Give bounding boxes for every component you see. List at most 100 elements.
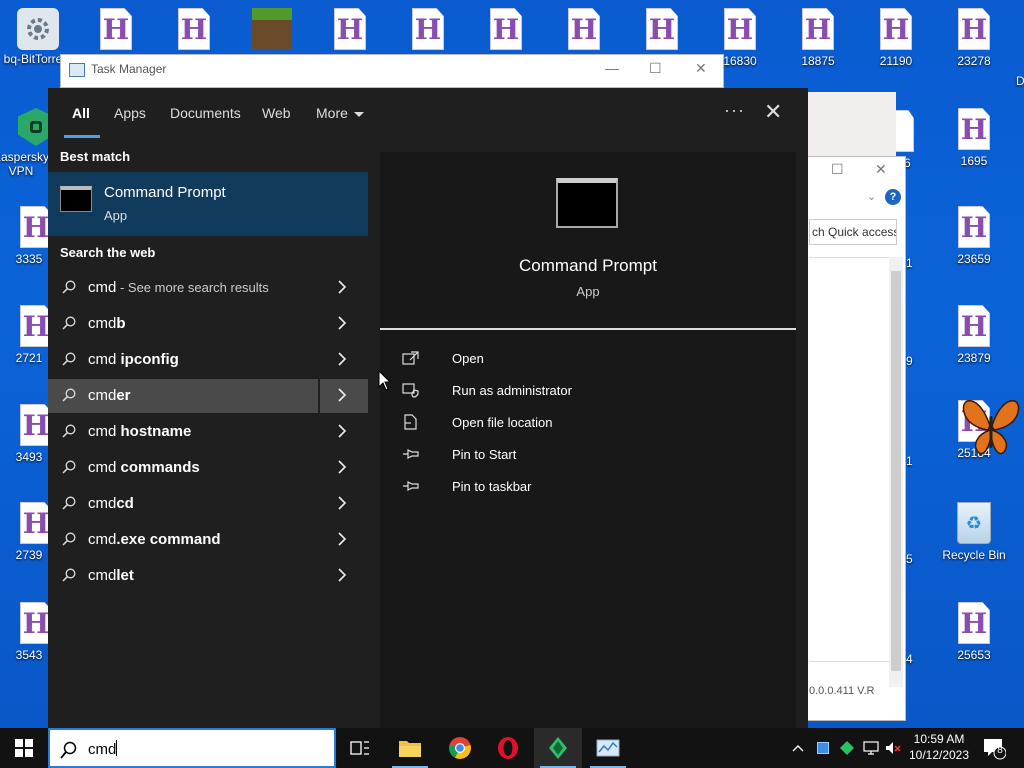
web-result-bold: let [116,567,134,584]
start-button[interactable] [0,728,48,768]
desktop-icon-21190[interactable]: H 21190 [860,8,932,78]
web-result-label: cmdlet [88,567,134,584]
document-icon: H [958,305,990,347]
partial-label: 5 [906,552,913,566]
chevron-right-icon[interactable] [336,279,348,295]
chevron-right-icon[interactable] [336,351,348,367]
web-result-suffix: - See more search results [116,280,269,295]
active-tab-indicator [64,135,100,138]
desktop-icon-label: 25653 [957,648,991,662]
tab-apps[interactable]: Apps [114,105,146,121]
desktop-icon-1695[interactable]: H 1695 [938,108,1010,178]
action-open-file-location[interactable]: Open file location [400,412,700,436]
web-result-label: cmd commands [88,459,200,476]
chevron-right-icon[interactable] [336,459,348,475]
open-icon [402,351,419,365]
desktop-icon-label: 3335 [15,252,43,266]
chevron-right-icon[interactable] [336,387,348,403]
taskbar-opera[interactable] [484,728,532,768]
more-options-icon[interactable]: ··· [724,100,745,121]
action-label: Pin to taskbar [452,479,532,494]
desktop-icon-23659[interactable]: H 23659 [938,206,1010,276]
show-hidden-icons-button[interactable] [788,728,808,768]
web-result-item[interactable]: cmd commands [48,451,368,485]
taskbar-kaspersky[interactable] [534,728,582,768]
web-result-label: cmd ipconfig [88,351,179,368]
taskbar-chrome[interactable] [436,728,484,768]
help-icon[interactable]: ? [885,189,901,205]
web-result-item[interactable]: cmder [48,379,368,413]
document-icon: H [958,206,990,248]
minecraft-icon [252,8,292,50]
opera-icon [498,737,518,759]
tray-kaspersky[interactable]: K [836,728,858,768]
document-icon: H [958,8,990,50]
best-match-result[interactable]: Command Prompt App [48,172,368,236]
desktop-icon-23879[interactable]: H 23879 [938,305,1010,375]
web-result-item[interactable]: cmdcd [48,487,368,521]
action-run-as-administrator[interactable]: Run as administrator [400,380,700,404]
desktop-icon-25184[interactable]: H 25184 [938,399,1020,470]
taskbar-task-manager[interactable] [584,728,632,768]
chevron-right-icon[interactable] [336,423,348,439]
web-result-item[interactable]: cmdb [48,307,368,341]
result-preview-pane: Command Prompt App Open Run as administr… [380,152,796,728]
web-result-item[interactable]: cmd.exe command [48,523,368,557]
web-result-prefix: cmd [88,387,117,404]
tab-all[interactable]: All [72,105,90,121]
document-icon: H [178,8,210,50]
minimize-button[interactable]: — [605,60,619,76]
desktop-icon-recycle-bin[interactable]: ♻ Recycle Bin [938,502,1010,572]
document-icon: H [568,8,600,50]
web-result-prefix: cmd [88,315,117,332]
scrollbar-thumb[interactable] [891,271,901,671]
butterfly-icon [962,399,1020,455]
close-button[interactable]: ✕ [695,60,707,77]
chevron-right-icon[interactable] [336,567,348,583]
maximize-button[interactable]: ☐ [831,161,844,178]
tray-network[interactable] [860,728,882,768]
action-open[interactable]: Open [400,348,700,372]
taskbar-file-explorer[interactable] [386,728,434,768]
action-pin-to-start[interactable]: Pin to Start [400,444,700,468]
task-manager-window[interactable]: Task Manager — ☐ ✕ [60,54,724,88]
action-pin-to-taskbar[interactable]: Pin to taskbar [400,476,700,500]
task-view-button[interactable] [336,728,384,768]
desktop-icon-18875[interactable]: H 18875 [782,8,854,78]
tab-web[interactable]: Web [262,105,291,121]
web-result-item[interactable]: cmdlet [48,559,368,593]
file-explorer-window[interactable]: ☐ ✕ ⌄ ? ch Quick access 0.0.0.411 V.R [806,156,906,721]
desktop-icon-25653[interactable]: H 25653 [938,602,1010,672]
web-result-bold: hostname [120,423,192,440]
kaspersky-icon [549,737,567,759]
web-result-prefix: cmd [88,279,117,296]
web-result-item[interactable]: cmd ipconfig [48,343,368,377]
quick-access-search-input[interactable]: ch Quick access [809,219,897,245]
web-result-prefix: cmd [88,459,121,476]
taskbar-clock[interactable]: 10:59 AM 10/12/2023 [905,731,973,763]
tray-app-icon[interactable] [812,728,834,768]
desktop-icon-23278[interactable]: H 23278 [938,8,1010,78]
chevron-down-icon [353,111,364,117]
taskbar-search-input[interactable]: cmd [48,728,336,768]
web-result-item[interactable]: cmd - See more search results [48,271,368,305]
chevron-right-icon[interactable] [336,315,348,331]
close-button[interactable]: ✕ [875,161,887,178]
tab-documents[interactable]: Documents [170,105,241,121]
background-window [806,92,896,156]
action-center-button[interactable]: 8 [982,736,1007,763]
tab-more[interactable]: More [316,105,364,121]
web-result-bold: cd [116,495,134,512]
explorer-title-bar: ☐ ✕ [807,157,905,185]
tray-volume[interactable] [882,728,904,768]
web-result-item[interactable]: cmd hostname [48,415,368,449]
chevron-right-icon[interactable] [336,531,348,547]
maximize-button[interactable]: ☐ [649,60,662,77]
chevron-down-icon[interactable]: ⌄ [867,190,876,203]
document-icon: H [958,108,990,150]
chevron-right-icon[interactable] [336,495,348,511]
folder-icon [399,741,421,757]
explorer-scrollbar[interactable] [889,257,903,687]
desktop-icon-label: 18875 [801,54,835,68]
close-icon[interactable]: ✕ [764,99,782,125]
